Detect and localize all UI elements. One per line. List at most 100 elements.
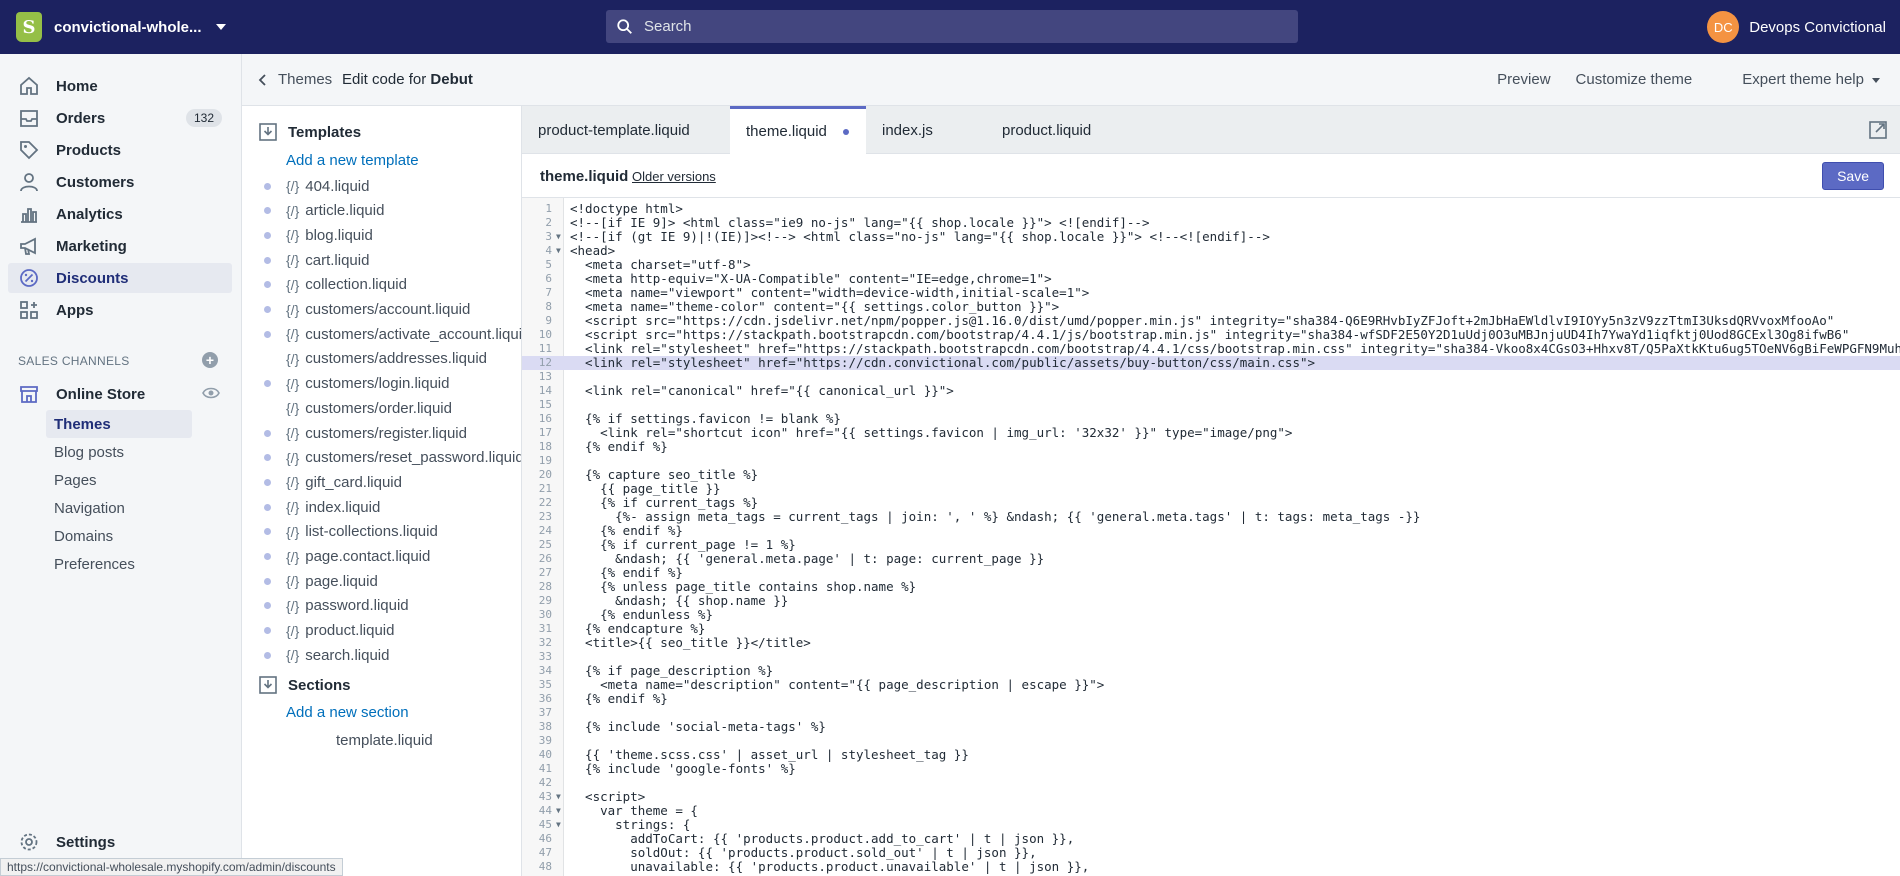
sidebar-item-orders[interactable]: Orders 132 — [8, 103, 232, 133]
search-bar[interactable] — [606, 10, 1298, 43]
file-name: customers/order.liquid — [305, 399, 452, 417]
code-text: {% endif %} — [570, 565, 683, 580]
code-text: {% if page_description %} — [570, 663, 774, 678]
sidebar-item-home[interactable]: Home — [8, 71, 232, 101]
liquid-file-icon: {/} — [286, 499, 300, 516]
tab-index-js[interactable]: index.js — [866, 106, 986, 154]
sidebar-item-analytics[interactable]: Analytics — [8, 199, 232, 229]
sub-item-themes[interactable]: Themes — [46, 410, 192, 438]
fold-arrow-icon[interactable]: ▼ — [556, 244, 561, 258]
expert-help-button[interactable]: Expert theme help — [1717, 71, 1880, 88]
file-item[interactable]: {/} blog.liquid — [264, 225, 373, 245]
file-item[interactable]: {/} page.liquid — [264, 571, 378, 591]
gear-icon — [20, 833, 38, 851]
sidebar-item-marketing[interactable]: Marketing — [8, 231, 232, 261]
file-item[interactable]: template.liquid — [336, 730, 433, 750]
file-item[interactable]: {/} collection.liquid — [264, 275, 407, 295]
file-item[interactable]: {/} article.liquid — [264, 201, 384, 221]
liquid-file-icon: {/} — [286, 548, 300, 565]
file-name: customers/reset_password.liquid — [305, 449, 522, 467]
file-name: collection.liquid — [305, 276, 407, 294]
file-item[interactable]: {/} customers/login.liquid — [264, 374, 450, 394]
page-header: Themes Edit code for Debut Preview Custo… — [242, 54, 1900, 106]
file-item[interactable]: {/} product.liquid — [264, 621, 394, 641]
file-item[interactable]: {/} gift_card.liquid — [264, 472, 402, 492]
sidebar-item-settings[interactable]: Settings — [8, 827, 232, 857]
theme-name: Debut — [430, 71, 473, 88]
user-menu[interactable]: DC Devops Convictional — [1707, 11, 1886, 43]
fold-arrow-icon[interactable]: ▼ — [556, 230, 561, 244]
fold-arrow-icon[interactable]: ▼ — [556, 790, 561, 804]
line-number: 9 — [545, 314, 552, 327]
file-item[interactable]: {/} customers/order.liquid — [264, 398, 452, 418]
search-input[interactable] — [644, 18, 1244, 35]
line-number: 34 — [538, 664, 552, 677]
sub-item-blog-posts[interactable]: Blog posts — [46, 438, 192, 466]
sidebar-item-apps[interactable]: Apps — [8, 295, 232, 325]
sidebar-item-online-store[interactable]: Online Store — [8, 379, 232, 409]
file-item[interactable]: {/} customers/reset_password.liquid — [264, 448, 522, 468]
file-item[interactable]: {/} customers/account.liquid — [264, 300, 470, 320]
sub-item-domains[interactable]: Domains — [46, 522, 192, 550]
folder-download-icon — [259, 123, 277, 141]
line-number: 22 — [538, 496, 552, 509]
code-line: 35 <meta name="description" content="{{ … — [522, 678, 1900, 692]
file-item[interactable]: {/} customers/activate_account.liquid — [264, 324, 521, 344]
file-status-dot-icon — [264, 182, 271, 190]
expert-help-label: Expert theme help — [1742, 71, 1864, 88]
code-line: 43 ▼ <script> — [522, 790, 1900, 804]
customize-theme-button[interactable]: Customize theme — [1576, 71, 1693, 88]
code-text: <script src="https://cdn.jsdelivr.net/np… — [570, 313, 1835, 328]
back-to-themes-link[interactable]: Themes — [256, 71, 332, 88]
add-template-link[interactable]: Add a new template — [286, 152, 419, 169]
code-text: <head> — [570, 243, 616, 258]
add-channel-plus-icon[interactable]: + — [202, 352, 218, 368]
sidebar-item-customers[interactable]: Customers — [8, 167, 232, 197]
tab-product-template[interactable]: product-template.liquid — [522, 106, 730, 154]
file-item[interactable]: {/} customers/register.liquid — [264, 423, 467, 443]
file-item[interactable]: {/} search.liquid — [264, 645, 389, 665]
sidebar-item-label: Apps — [56, 301, 94, 319]
code-text: {% endcapture %} — [570, 621, 706, 636]
expand-icon[interactable] — [1868, 120, 1888, 140]
file-item[interactable]: {/} cart.liquid — [264, 250, 369, 270]
sidebar-item-discounts[interactable]: Discounts — [8, 263, 232, 293]
line-number: 46 — [538, 832, 552, 845]
save-button[interactable]: Save — [1822, 162, 1884, 190]
file-item[interactable]: {/} password.liquid — [264, 596, 409, 616]
add-section-link[interactable]: Add a new section — [286, 704, 409, 721]
sidebar: Home Orders 132 Products Customers Analy… — [0, 54, 242, 876]
sidebar-item-products[interactable]: Products — [8, 135, 232, 165]
sub-item-navigation[interactable]: Navigation — [46, 494, 192, 522]
code-text: unavailable: {{ 'products.product.unavai… — [570, 859, 1090, 874]
code-line: 47 soldOut: {{ 'products.product.sold_ou… — [522, 846, 1900, 860]
user-name: Devops Convictional — [1749, 18, 1886, 36]
code-line: 23 {%- assign meta_tags = current_tags |… — [522, 510, 1900, 524]
line-number: 15 — [538, 398, 552, 411]
line-number: 6 — [545, 272, 552, 285]
code-editor[interactable]: 1 <!doctype html> 2 <!--[if IE 9]> <html cl… — [522, 198, 1900, 876]
fold-arrow-icon[interactable]: ▼ — [556, 818, 561, 832]
code-line: 30 {% endunless %} — [522, 608, 1900, 622]
tab-theme-liquid[interactable]: theme.liquid — [730, 106, 866, 154]
older-versions-link[interactable]: Older versions — [632, 169, 716, 184]
eye-icon[interactable] — [202, 384, 220, 402]
file-item[interactable]: {/} index.liquid — [264, 497, 380, 517]
sub-item-pages[interactable]: Pages — [46, 466, 192, 494]
file-status-dot-icon — [264, 478, 271, 486]
file-item[interactable]: {/} 404.liquid — [264, 176, 369, 196]
file-item[interactable]: {/} list-collections.liquid — [264, 522, 438, 542]
file-item[interactable]: {/} page.contact.liquid — [264, 547, 430, 567]
sections-section-toggle[interactable]: Sections — [258, 675, 351, 695]
file-item[interactable]: {/} customers/addresses.liquid — [264, 349, 487, 369]
tab-product-liquid[interactable]: product.liquid — [986, 106, 1130, 154]
sub-item-preferences[interactable]: Preferences — [46, 550, 192, 578]
preview-button[interactable]: Preview — [1497, 71, 1550, 88]
line-number: 40 — [538, 748, 552, 761]
code-line: 3 ▼ <!--[if (gt IE 9)|!(IE)]><!--> <html c… — [522, 230, 1900, 244]
file-name: password.liquid — [305, 597, 409, 615]
liquid-file-icon: {/} — [286, 474, 300, 491]
fold-arrow-icon[interactable]: ▼ — [556, 804, 561, 818]
store-switcher[interactable]: S convictional-whole... — [0, 0, 240, 54]
templates-section-toggle[interactable]: Templates — [258, 122, 361, 142]
